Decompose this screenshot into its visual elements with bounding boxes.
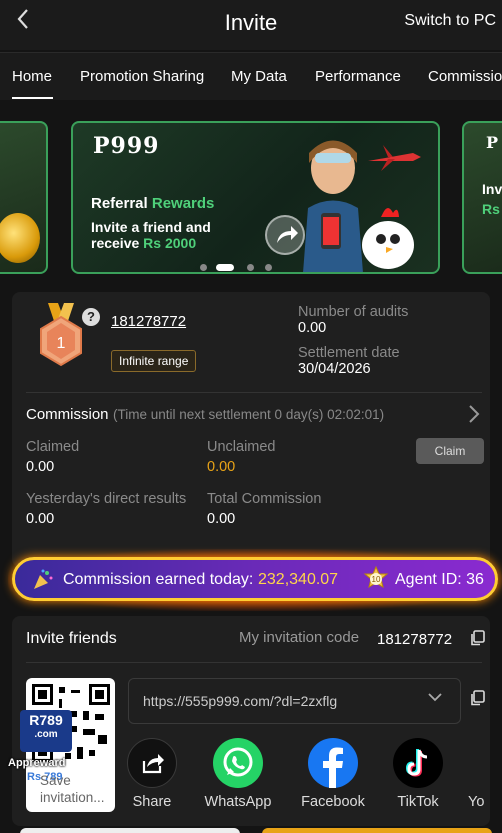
help-icon[interactable]: ? [82,308,100,326]
facebook-glyph [323,747,343,788]
tab-bar: Home Promotion Sharing My Data Performan… [0,52,502,100]
earned-today-value: 232,340.07 [258,571,339,588]
carousel-dot[interactable] [247,264,254,271]
yesterday-label: Yesterday's direct results [26,491,187,507]
banner-title-green: Rewards [151,195,215,212]
bottom-button-right[interactable] [262,828,492,833]
share-icon-glyph [142,754,164,774]
agent-badge-icon: 10 [363,565,389,589]
unclaimed-value: 0.00 [207,459,236,475]
invite-link-value: https://555p999.com/?dl=2zxflg [143,693,338,709]
chevron-right-glyph [469,405,480,423]
settlement-value: 30/04/2026 [298,361,371,377]
banner-subtitle-green: Rs 2000 [143,235,197,251]
rank-medal-icon: 1 [40,303,82,367]
share-icon[interactable] [127,738,177,788]
tiktok-glyph [405,749,428,777]
claim-button[interactable]: Claim [416,438,484,464]
tab-my-data[interactable]: My Data [231,68,287,85]
audits-value: 0.00 [298,320,327,336]
chicken-illustration [362,208,414,269]
total-commission-label: Total Commission [207,491,322,507]
r789-logo-text: R789 [29,712,63,728]
chevron-left-icon[interactable] [8,8,38,38]
bottom-button-left[interactable] [20,828,240,833]
facebook-label: Facebook [301,794,365,810]
claimed-value: 0.00 [26,459,55,475]
invite-friends-title: Invite friends [26,630,117,647]
p999-logo: P999 [93,133,160,159]
carousel-dot-active[interactable] [216,264,234,271]
settlement-countdown: (Time until next settlement 0 day(s) 02:… [113,407,385,422]
total-commission-value: 0.00 [207,511,236,527]
unclaimed-label: Unclaimed [207,439,276,455]
agent-badge-number: 10 [372,575,381,584]
coins-image [0,213,40,263]
banner-next-sub: Rs [482,201,500,217]
invitation-code-value: 181278772 [377,631,453,648]
tab-performance[interactable]: Performance [315,68,401,85]
rank-number: 1 [57,335,66,352]
whatsapp-glyph [223,747,253,777]
active-tab-indicator [12,97,53,99]
save-invitation-label[interactable]: Save [40,772,112,790]
tab-promotion-sharing[interactable]: Promotion Sharing [80,68,204,85]
yesterday-value: 0.00 [26,511,55,527]
save-invitation-label-2[interactable]: invitation... [40,790,112,805]
tab-commission[interactable]: Commission [428,68,502,85]
share-arrow-glyph [277,226,298,243]
user-id[interactable]: 181278772 [111,313,186,330]
appreward-overlay: Appreward [8,757,66,769]
banner-share-icon[interactable] [265,215,305,255]
copy-code-icon[interactable] [469,630,485,646]
banner-next[interactable]: P Inv Rs [462,121,502,274]
carousel-dot[interactable] [200,264,207,271]
banner-prev[interactable] [0,121,48,274]
p999-logo-small: P [486,133,499,152]
facebook-icon[interactable] [308,738,358,788]
earned-today-label: Commission earned today: [63,571,254,588]
banner-subtitle: Invite a friend and receive Rs 2000 [91,219,231,251]
tiktok-label: TikTok [397,794,439,810]
agent-id: Agent ID: 36 [395,571,484,588]
banner-next-title: Inv [482,181,502,197]
tab-home[interactable]: Home [12,68,52,85]
invite-divider [26,662,482,663]
youtube-label[interactable]: Yo [468,794,498,810]
switch-to-pc-link[interactable]: Switch to PC [404,12,496,30]
commission-earned-bar: Commission earned today: 232,340.07 10 A… [12,557,498,601]
red-plane-illustration [368,145,421,171]
audits-label: Number of audits [298,304,409,320]
whatsapp-label: WhatsApp [204,794,272,810]
whatsapp-icon[interactable] [213,738,263,788]
range-badge: Infinite range [111,350,197,372]
banner-referral-rewards[interactable]: P999 Referral Rewards Invite a friend an… [71,121,440,274]
claimed-label: Claimed [26,439,80,455]
banner-carousel[interactable]: P999 Referral Rewards Invite a friend an… [0,108,502,286]
party-popper-icon [34,569,53,589]
copy-link-icon[interactable] [469,690,485,706]
commission-title: Commission [26,406,109,423]
r789-logo: R789 .com [20,710,72,752]
chevron-right-icon[interactable] [468,404,480,429]
chevron-down-icon[interactable] [426,688,444,706]
banner-title-white: Referral [91,195,152,212]
carousel-dot[interactable] [265,264,272,271]
settlement-label: Settlement date [298,345,400,361]
header-bar: Invite Switch to PC [0,0,502,50]
tiktok-icon[interactable] [393,738,443,788]
share-label: Share [132,794,172,810]
r789-logo-sub: .com [34,729,58,740]
card-divider [26,392,482,393]
back-arrow-glyph [17,9,28,29]
invitation-code-label: My invitation code [239,629,360,646]
banner-title: Referral Rewards [91,195,214,212]
